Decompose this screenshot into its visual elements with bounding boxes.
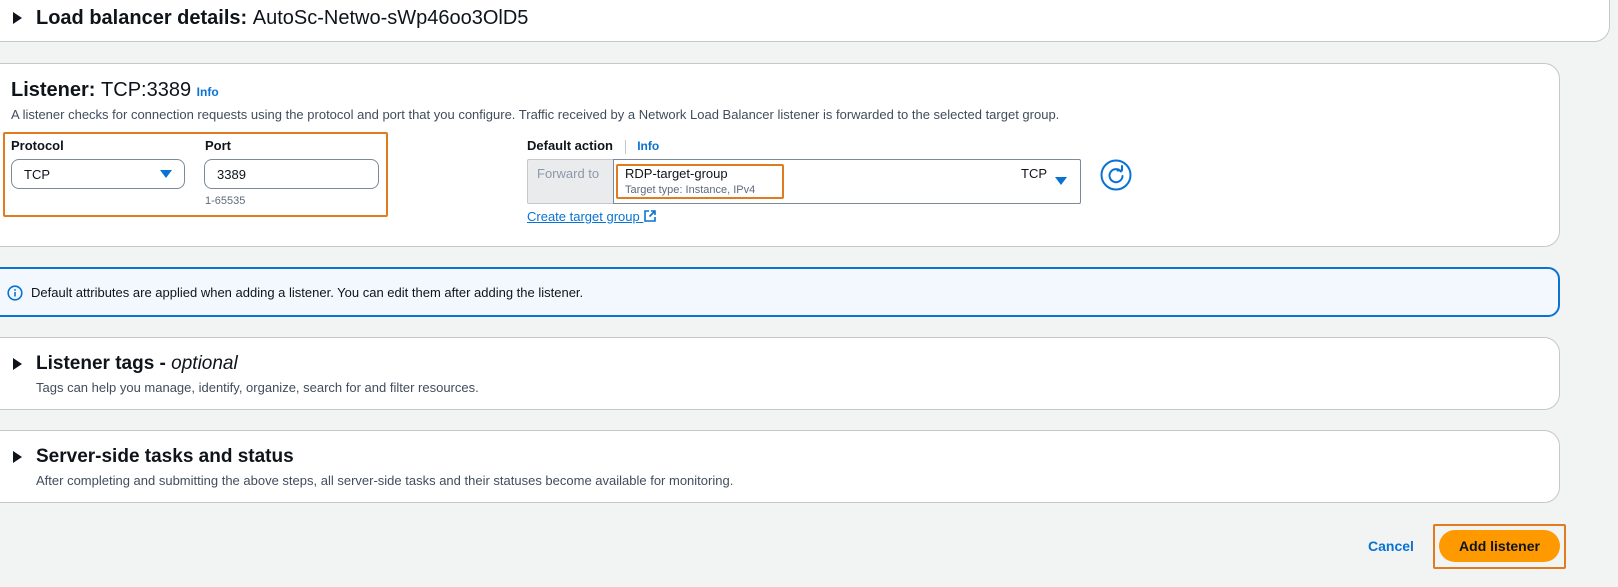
default-action-label: Default action Info [527,138,660,154]
caret-right-icon[interactable] [13,451,22,463]
default-action-info-link[interactable]: Info [637,139,659,153]
protocol-select[interactable]: TCP [11,159,185,189]
listener-tags-optional: optional [171,353,238,374]
target-group-type: Target type: Instance, IPv4 [625,184,756,196]
listener-info-link[interactable]: Info [197,85,219,99]
protocol-value: TCP [24,166,50,182]
listener-tags-description: Tags can help you manage, identify, orga… [36,380,479,395]
server-tasks-title[interactable]: Server-side tasks and status [36,446,294,468]
info-alert-text: Default attributes are applied when addi… [31,285,584,300]
port-hint: 1-65535 [205,195,246,207]
external-link-icon [644,210,657,222]
create-target-group-link[interactable]: Create target group [527,209,657,224]
caret-right-icon[interactable] [13,12,22,24]
port-input[interactable]: 3389 [204,159,379,189]
target-group-name: RDP-target-group [625,166,728,181]
server-tasks-description: After completing and submitting the abov… [36,473,734,488]
listener-title: Listener: TCP:3389 Info [11,79,219,102]
divider [624,139,626,154]
info-circle-icon [7,285,23,306]
listener-tags-title: Listener tags - [36,353,166,374]
port-label: Port [205,138,231,153]
listener-description: A listener checks for connection request… [11,107,1060,122]
cancel-button[interactable]: Cancel [1368,538,1414,554]
chevron-down-icon [160,170,172,178]
listener-value: TCP:3389 [101,79,192,101]
protocol-label: Protocol [11,138,64,153]
lb-details-label: Load balancer details: [36,7,248,29]
lb-details-header[interactable]: Load balancer details: AutoSc-Netwo-sWp4… [36,7,528,30]
listener-label: Listener: [11,79,96,101]
listener-tags-header[interactable]: Listener tags - optional [36,353,238,375]
refresh-button[interactable] [1100,159,1132,191]
caret-right-icon[interactable] [13,358,22,370]
target-group-protocol: TCP [1021,166,1047,181]
chevron-down-icon [1055,177,1067,185]
port-value: 3389 [217,166,246,182]
forward-to-addon: Forward to [527,159,614,204]
lb-details-value: AutoSc-Netwo-sWp46oo3OlD5 [252,7,529,29]
add-listener-button[interactable]: Add listener [1439,530,1560,562]
refresh-icon [1100,159,1132,191]
